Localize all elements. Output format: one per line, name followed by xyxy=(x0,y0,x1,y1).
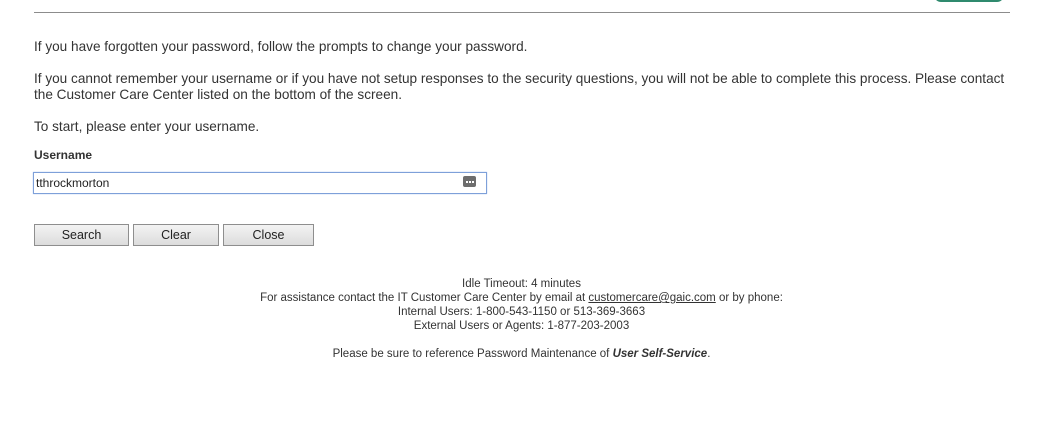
footer: Idle Timeout: 4 minutes For assistance c… xyxy=(0,277,1041,361)
assistance-line: For assistance contact the IT Customer C… xyxy=(0,291,1041,305)
instruction-cannot-remember: If you cannot remember your username or … xyxy=(34,71,1005,102)
customer-care-email-link[interactable]: customercare@gaic.com xyxy=(588,292,715,304)
reference-suffix: . xyxy=(707,348,711,360)
header-action-pill[interactable] xyxy=(934,0,1004,2)
assistance-prefix: For assistance contact the IT Customer C… xyxy=(260,292,589,304)
close-button[interactable]: Close xyxy=(223,224,314,246)
username-field[interactable] xyxy=(33,172,487,194)
username-input[interactable] xyxy=(34,173,456,193)
assistance-suffix: or by phone: xyxy=(718,292,783,304)
reference-prefix: Please be sure to reference Password Mai… xyxy=(332,348,613,360)
clear-button[interactable]: Clear xyxy=(133,224,219,246)
instruction-forgot-password: If you have forgotten your password, fol… xyxy=(34,39,528,54)
footer-spacer xyxy=(0,333,1041,347)
header-fragment xyxy=(34,0,1010,13)
reference-line: Please be sure to reference Password Mai… xyxy=(0,347,1041,361)
internal-users-phone: Internal Users: 1-800-543-1150 or 513-36… xyxy=(397,306,646,318)
external-users-phone: External Users or Agents: 1-877-203-2003 xyxy=(413,320,630,332)
instruction-start: To start, please enter your username. xyxy=(34,119,260,134)
username-label: Username xyxy=(34,148,93,162)
reference-app-name: User Self-Service xyxy=(612,348,708,360)
password-manager-icon[interactable] xyxy=(463,176,476,187)
idle-timeout: Idle Timeout: 4 minutes xyxy=(462,278,581,290)
password-reset-page: If you have forgotten your password, fol… xyxy=(0,0,1041,433)
search-button[interactable]: Search xyxy=(34,224,129,246)
